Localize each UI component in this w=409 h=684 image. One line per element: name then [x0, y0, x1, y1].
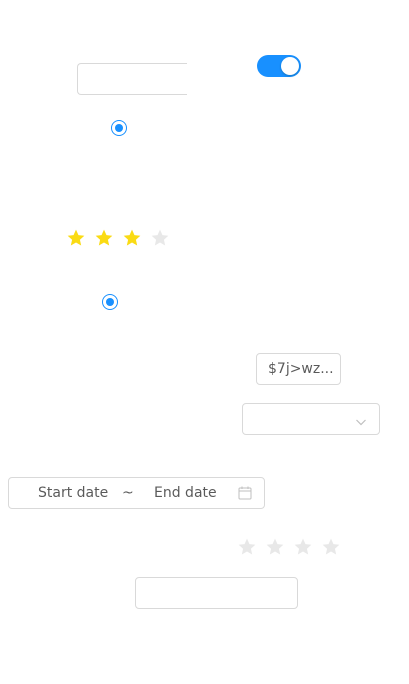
text-input-bottom[interactable]	[135, 577, 298, 609]
star-icon[interactable]	[66, 228, 86, 248]
radio-button-top[interactable]	[111, 120, 127, 136]
radio-dot	[106, 298, 114, 306]
chevron-down-icon	[355, 413, 367, 426]
toggle-switch[interactable]	[257, 55, 301, 77]
end-date-input[interactable]: End date	[154, 484, 217, 502]
radio-dot	[115, 124, 123, 132]
star-icon[interactable]	[150, 228, 170, 248]
rating-bottom[interactable]	[237, 537, 341, 557]
rating-top[interactable]	[66, 228, 170, 248]
radio-button-middle[interactable]	[102, 294, 118, 310]
calendar-icon[interactable]	[238, 486, 252, 500]
tag-input[interactable]: $7j>wz...	[256, 353, 341, 385]
star-icon[interactable]	[265, 537, 285, 557]
date-range-picker[interactable]: Start date ~ End date	[8, 477, 265, 509]
star-icon[interactable]	[321, 537, 341, 557]
star-icon[interactable]	[293, 537, 313, 557]
select-dropdown[interactable]	[242, 403, 380, 435]
text-input-top[interactable]	[77, 63, 187, 95]
star-icon[interactable]	[94, 228, 114, 248]
star-icon[interactable]	[122, 228, 142, 248]
start-date-input[interactable]: Start date	[38, 484, 108, 502]
switch-handle	[281, 57, 299, 75]
range-separator: ~	[122, 485, 134, 501]
star-icon[interactable]	[237, 537, 257, 557]
